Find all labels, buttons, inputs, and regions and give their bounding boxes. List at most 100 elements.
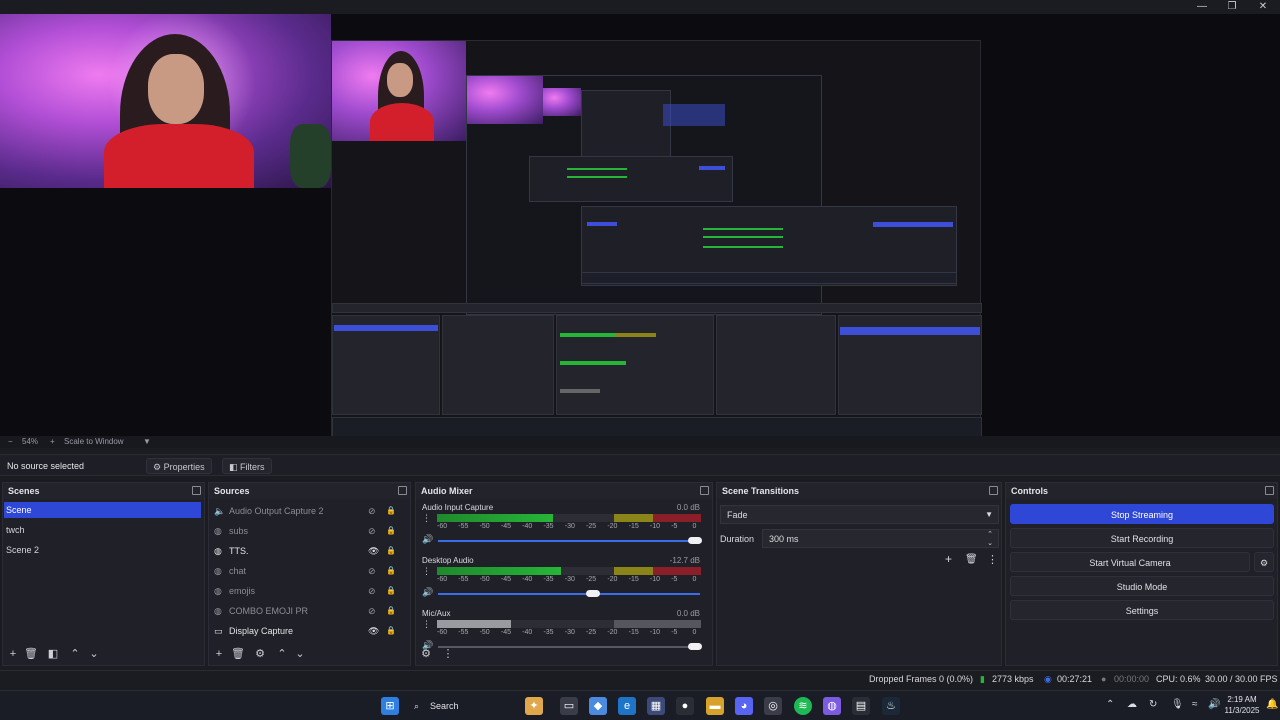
source-item[interactable]: ◍ TTS. 👁 🔒	[210, 542, 406, 560]
tray-chevron-icon[interactable]: ⌃	[1106, 699, 1114, 710]
eye-hidden-icon[interactable]: ⊘	[368, 502, 376, 520]
zoom-minus-icon[interactable]: −	[8, 437, 13, 446]
start-virtual-camera-button[interactable]: Start Virtual Camera	[1010, 552, 1250, 572]
trash-icon[interactable]: 🗑	[965, 554, 978, 565]
scene-item[interactable]: Scene 2	[4, 542, 201, 558]
source-item[interactable]: ◍ subs ⊘ 🔒	[210, 522, 406, 540]
volume-slider[interactable]	[438, 540, 700, 542]
source-item[interactable]: ◍ chat ⊘ 🔒	[210, 562, 406, 580]
maximize-icon[interactable]: ❐	[1222, 0, 1242, 14]
stop-streaming-button[interactable]: Stop Streaming	[1010, 504, 1274, 524]
close-icon[interactable]: ✕	[1253, 0, 1273, 14]
source-item[interactable]: ◍ COMBO EMOJI PR ⊘ 🔒	[210, 602, 406, 620]
widget-icon[interactable]: ✦	[525, 697, 543, 715]
menu-dots-icon[interactable]: ⋮	[441, 647, 455, 661]
volume-knob[interactable]	[688, 643, 702, 650]
settings-button[interactable]: Settings	[1010, 600, 1274, 620]
eye-icon[interactable]: 👁	[368, 622, 379, 640]
lock-icon[interactable]: 🔒	[386, 602, 396, 620]
spotify-icon[interactable]: ≋	[794, 697, 812, 715]
down-arrow-icon[interactable]: ⌄	[293, 647, 307, 661]
virtual-camera-gear-icon[interactable]: ⚙	[1254, 552, 1274, 572]
scale-mode[interactable]: Scale to Window	[64, 437, 124, 446]
menu-dots-icon[interactable]: ⋮	[987, 553, 998, 566]
transition-select[interactable]: Fade ▼	[720, 505, 999, 524]
source-item[interactable]: 🔈 Audio Output Capture 2 ⊘ 🔒	[210, 502, 406, 520]
scene-item[interactable]: twch	[4, 522, 201, 538]
obs-icon[interactable]: ◎	[764, 697, 782, 715]
add-transition-icon[interactable]: +	[945, 552, 952, 566]
wifi-icon[interactable]: ≈	[1192, 699, 1198, 710]
studio-mode-button[interactable]: Studio Mode	[1010, 576, 1274, 596]
filters-button[interactable]: ◧ Filters	[222, 458, 272, 474]
copilot-icon[interactable]: ◆	[589, 697, 607, 715]
down-arrow-icon[interactable]: ⌄	[87, 647, 101, 661]
volume-slider[interactable]	[438, 646, 700, 648]
terminal-icon[interactable]: ▤	[852, 697, 870, 715]
cloud-icon[interactable]: ☁	[1127, 699, 1137, 710]
sync-icon[interactable]: ↻	[1149, 699, 1157, 710]
start-recording-button[interactable]: Start Recording	[1010, 528, 1274, 548]
filter-icon[interactable]: ◧	[46, 647, 60, 661]
scene-item[interactable]: Scene	[4, 502, 201, 518]
nested-display-capture	[331, 40, 982, 438]
eye-icon[interactable]: 👁	[368, 542, 379, 560]
discord-icon[interactable]: ◕	[735, 697, 753, 715]
zoom-plus-icon[interactable]: +	[50, 437, 55, 446]
taskbar-clock[interactable]: 2:19 AM 11/3/2025	[1222, 694, 1262, 716]
channel-menu-icon[interactable]: ⋮	[422, 513, 431, 524]
lock-icon[interactable]: 🔒	[386, 502, 396, 520]
channel-menu-icon[interactable]: ⋮	[422, 619, 431, 630]
microphone-icon[interactable]: 🎙	[1171, 699, 1184, 710]
source-label: Display Capture	[229, 626, 294, 636]
edge-icon[interactable]: e	[618, 697, 636, 715]
file-explorer-icon[interactable]: ▬	[706, 697, 724, 715]
chat-app-icon[interactable]: ◍	[823, 697, 841, 715]
eye-hidden-icon[interactable]: ⊘	[368, 522, 376, 540]
speaker-icon[interactable]: 🔊	[422, 534, 433, 545]
lock-icon[interactable]: 🔒	[386, 622, 396, 640]
undock-icon[interactable]	[1265, 486, 1274, 495]
source-item[interactable]: ▭ Display Capture 👁 🔒	[210, 622, 406, 640]
volume-icon[interactable]: 🔊	[1208, 699, 1220, 710]
up-arrow-icon[interactable]: ⌃	[275, 647, 289, 661]
spin-down-icon[interactable]: ⌄	[987, 535, 993, 553]
undock-icon[interactable]	[700, 486, 709, 495]
undock-icon[interactable]	[398, 486, 407, 495]
store-icon[interactable]: ▦	[647, 697, 665, 715]
channel-menu-icon[interactable]: ⋮	[422, 566, 431, 577]
trash-icon[interactable]: 🗑	[231, 647, 245, 661]
lock-icon[interactable]: 🔒	[386, 542, 396, 560]
speaker-icon[interactable]: 🔊	[422, 587, 433, 598]
level-meter	[437, 567, 701, 575]
chevron-down-icon[interactable]: ▼	[143, 437, 151, 446]
volume-slider[interactable]	[438, 593, 700, 595]
eye-hidden-icon[interactable]: ⊘	[368, 582, 376, 600]
program-preview[interactable]	[0, 14, 1280, 438]
undock-icon[interactable]	[192, 486, 201, 495]
up-arrow-icon[interactable]: ⌃	[68, 647, 82, 661]
windows-start-icon[interactable]: ⊞	[381, 697, 399, 715]
eye-hidden-icon[interactable]: ⊘	[368, 602, 376, 620]
volume-knob[interactable]	[585, 590, 600, 597]
task-view-icon[interactable]: ▭	[560, 697, 578, 715]
mute-icon[interactable]: 🔊	[422, 640, 433, 651]
eye-hidden-icon[interactable]: ⊘	[368, 562, 376, 580]
add-icon[interactable]: +	[6, 647, 20, 661]
tick-label: -15	[628, 576, 639, 583]
add-icon[interactable]: +	[212, 647, 226, 661]
lock-icon[interactable]: 🔒	[386, 522, 396, 540]
properties-button[interactable]: ⚙ Properties	[146, 458, 212, 474]
duration-field[interactable]: 300 ms ⌃ ⌄	[762, 529, 999, 548]
minimize-icon[interactable]: —	[1192, 0, 1212, 14]
lock-icon[interactable]: 🔒	[386, 562, 396, 580]
volume-knob[interactable]	[688, 537, 702, 544]
pin-icon[interactable]: ●	[676, 697, 694, 715]
steam-icon[interactable]: ♨	[882, 697, 900, 715]
undock-icon[interactable]	[989, 486, 998, 495]
trash-icon[interactable]: 🗑	[24, 647, 38, 661]
gear-icon[interactable]: ⚙	[253, 647, 267, 661]
lock-icon[interactable]: 🔒	[386, 582, 396, 600]
source-item[interactable]: ◍ emojis ⊘ 🔒	[210, 582, 406, 600]
notification-icon[interactable]: 🔔	[1266, 699, 1278, 710]
